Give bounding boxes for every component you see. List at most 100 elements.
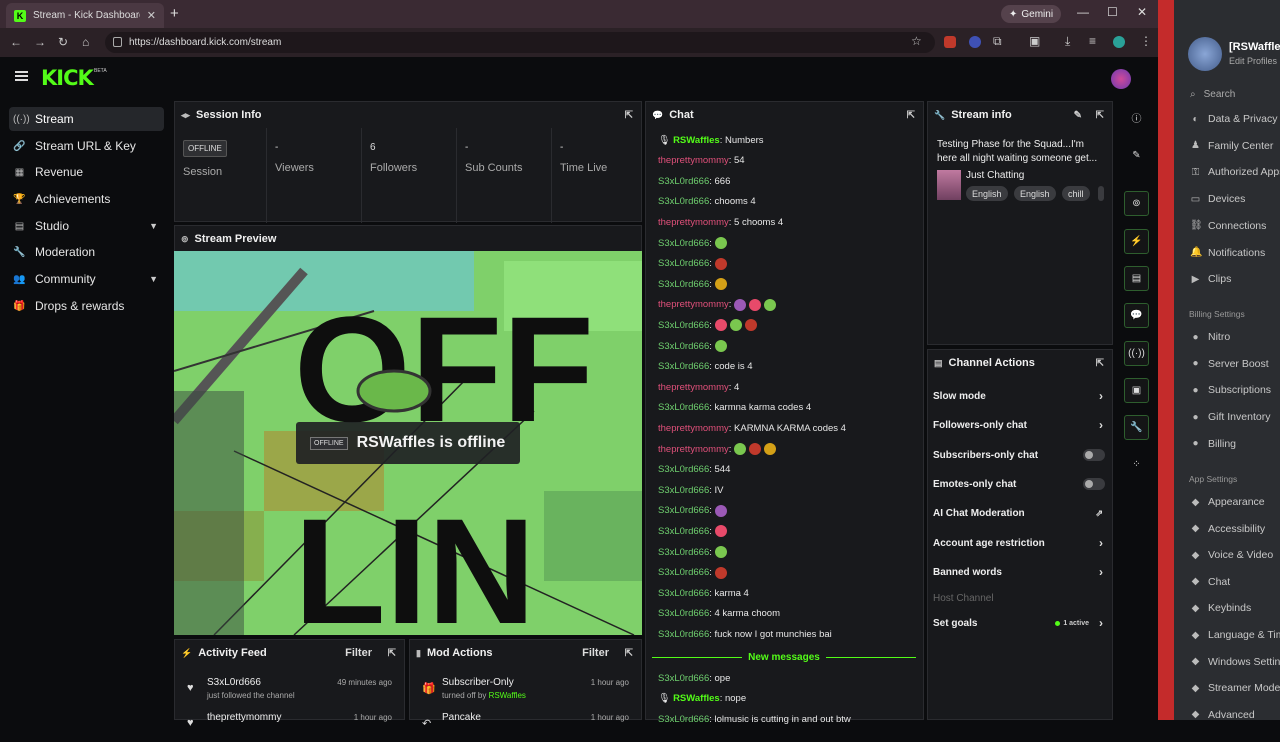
wrench-tool-icon[interactable]: 🔧	[1124, 415, 1149, 440]
nav-item-moderation[interactable]: 🔧 Moderation	[9, 240, 164, 264]
stream-category[interactable]: Just Chatting	[966, 170, 1024, 181]
discord-settings-item[interactable]: ● Billing	[1190, 438, 1236, 450]
chat-username[interactable]: S3xL0rd666	[658, 341, 709, 352]
emotes-only-toggle[interactable]	[1083, 478, 1105, 490]
chat-username[interactable]: theprettymommy	[658, 444, 729, 455]
chat-username[interactable]: S3xL0rd666	[658, 505, 709, 516]
chat-username[interactable]: S3xL0rd666	[658, 485, 709, 496]
edit-pencil-icon[interactable]: ✎	[1074, 110, 1082, 121]
account-age-row[interactable]: Account age restriction ›	[933, 534, 1107, 552]
chat-username[interactable]: S3xL0rd666	[658, 402, 709, 413]
set-goals-row[interactable]: Set goals 1 active ›	[933, 614, 1107, 632]
discord-settings-item[interactable]: ◆ Appearance	[1190, 496, 1265, 508]
discord-settings-item[interactable]: ⚿ Authorized Apps	[1190, 166, 1280, 178]
nav-item-revenue[interactable]: ▦ Revenue	[9, 160, 164, 184]
back-icon[interactable]: ←	[10, 35, 22, 49]
discord-settings-item[interactable]: ◆ Language & Time	[1190, 629, 1280, 641]
chat-username[interactable]: S3xL0rd666	[658, 176, 709, 187]
discord-settings-item[interactable]: ▶ Clips	[1190, 273, 1232, 285]
chat-username[interactable]: theprettymommy	[658, 382, 729, 393]
discord-settings-item[interactable]: ⛓ Connections	[1190, 220, 1266, 232]
discord-settings-item[interactable]: ◆ Advanced	[1190, 709, 1255, 721]
chat-username[interactable]: S3xL0rd666	[658, 567, 709, 578]
edit-icon[interactable]: ✎	[1124, 143, 1149, 168]
close-window-icon[interactable]: ✕	[1137, 5, 1147, 19]
chat-username[interactable]: RSWaffles	[673, 693, 720, 704]
more-tools-icon[interactable]: ⁘	[1124, 452, 1149, 477]
popout-icon[interactable]: ⇱	[1096, 358, 1104, 369]
banned-words-row[interactable]: Banned words ›	[933, 563, 1107, 581]
edit-profiles-link[interactable]: Edit Profiles	[1229, 56, 1277, 66]
discord-settings-item[interactable]: ♟ Family Center	[1190, 140, 1273, 152]
maximize-icon[interactable]: ☐	[1107, 5, 1118, 19]
chat-username[interactable]: S3xL0rd666	[658, 526, 709, 537]
info-icon[interactable]: ⓘ	[1124, 105, 1149, 130]
browser-tab[interactable]: K Stream - Kick Dashboard ✕	[6, 3, 164, 28]
new-tab-icon[interactable]: +	[170, 5, 179, 22]
discord-avatar[interactable]	[1188, 37, 1222, 71]
popout-icon[interactable]: ⇱	[388, 648, 396, 659]
chat-username[interactable]: S3xL0rd666	[658, 258, 709, 269]
discord-settings-item[interactable]: ● Gift Inventory	[1190, 411, 1270, 423]
nav-item-stream[interactable]: ((·)) Stream	[9, 107, 164, 131]
discord-settings-item[interactable]: ▭ Devices	[1190, 193, 1246, 205]
hamburger-menu-icon[interactable]	[15, 71, 28, 81]
chat-tool-icon[interactable]: 💬	[1124, 303, 1149, 328]
chat-username[interactable]: S3xL0rd666	[658, 629, 709, 640]
popout-icon[interactable]: ⇱	[625, 648, 633, 659]
side-panel-icon[interactable]: ▣	[1029, 34, 1040, 48]
discord-settings-item[interactable]: ◐ Data & Privacy	[1190, 113, 1277, 125]
minimize-icon[interactable]: —	[1077, 5, 1089, 19]
extension-icon[interactable]	[944, 36, 956, 48]
chat-username[interactable]: S3xL0rd666	[658, 196, 709, 207]
chat-username[interactable]: S3xL0rd666	[658, 673, 709, 684]
discord-settings-item[interactable]: ◆ Windows Settings	[1190, 656, 1280, 668]
chat-username[interactable]: S3xL0rd666	[658, 588, 709, 599]
chat-username[interactable]: theprettymommy	[658, 423, 729, 434]
broadcast-tool-icon[interactable]: ((·))	[1124, 341, 1149, 366]
popout-icon[interactable]: ⇱	[625, 110, 633, 121]
subscribers-only-toggle[interactable]	[1083, 449, 1105, 461]
mod-action-by[interactable]: RSWaffles	[489, 691, 526, 700]
kick-logo[interactable]: KICK	[41, 66, 94, 90]
chat-username[interactable]: S3xL0rd666	[658, 714, 709, 725]
chat-username[interactable]: S3xL0rd666	[658, 608, 709, 619]
chat-username[interactable]: RSWaffles	[673, 135, 720, 146]
media-icon[interactable]: ≡	[1089, 34, 1096, 48]
nav-item-drops-rewards[interactable]: 🎁 Drops & rewards	[9, 294, 164, 318]
nav-item-studio[interactable]: ▤ Studio ▼	[9, 214, 164, 238]
feed-username[interactable]: theprettymommy	[207, 712, 281, 723]
discord-settings-item[interactable]: ● Subscriptions	[1190, 384, 1271, 396]
discord-settings-item[interactable]: ◆ Voice & Video	[1190, 549, 1274, 561]
chat-username[interactable]: theprettymommy	[658, 155, 729, 166]
discord-settings-item[interactable]: ● Server Boost	[1190, 358, 1268, 370]
document-tool-icon[interactable]: ▤	[1124, 266, 1149, 291]
nav-item-community[interactable]: 👥 Community ▼	[9, 267, 164, 291]
nav-item-stream-url-key[interactable]: 🔗 Stream URL & Key	[9, 134, 164, 158]
chat-username[interactable]: theprettymommy	[658, 299, 729, 310]
gemini-button[interactable]: ✦ Gemini	[1001, 5, 1062, 23]
chat-username[interactable]: S3xL0rd666	[658, 279, 709, 290]
extensions-puzzle-icon[interactable]: ⧉	[993, 34, 1002, 49]
followers-only-row[interactable]: Followers-only chat ›	[933, 416, 1107, 434]
chat-username[interactable]: S3xL0rd666	[658, 547, 709, 558]
extension-icon[interactable]	[969, 36, 981, 48]
slow-mode-row[interactable]: Slow mode ›	[933, 387, 1107, 405]
discord-settings-item[interactable]: ● Nitro	[1190, 331, 1230, 343]
download-icon[interactable]: ⤓	[1065, 34, 1070, 49]
feed-username[interactable]: S3xL0rd666	[207, 677, 261, 688]
session-tool-icon[interactable]: ⊚	[1124, 191, 1149, 216]
home-icon[interactable]: ⌂	[82, 35, 89, 49]
discord-settings-item[interactable]: ◆ Keybinds	[1190, 602, 1252, 614]
discord-settings-item[interactable]: ◆ Streamer Mode	[1190, 682, 1280, 694]
bolt-tool-icon[interactable]: ⚡	[1124, 229, 1149, 254]
chat-username[interactable]: theprettymommy	[658, 217, 729, 228]
site-info-icon[interactable]	[113, 37, 122, 47]
chat-username[interactable]: S3xL0rd666	[658, 361, 709, 372]
discord-settings-item[interactable]: ◆ Chat	[1190, 576, 1231, 588]
nav-item-achievements[interactable]: 🏆 Achievements	[9, 187, 164, 211]
chat-username[interactable]: S3xL0rd666	[658, 464, 709, 475]
chat-username[interactable]: S3xL0rd666	[658, 238, 709, 249]
bookmark-star-icon[interactable]: ☆	[911, 34, 922, 48]
reload-icon[interactable]: ↻	[58, 35, 68, 49]
